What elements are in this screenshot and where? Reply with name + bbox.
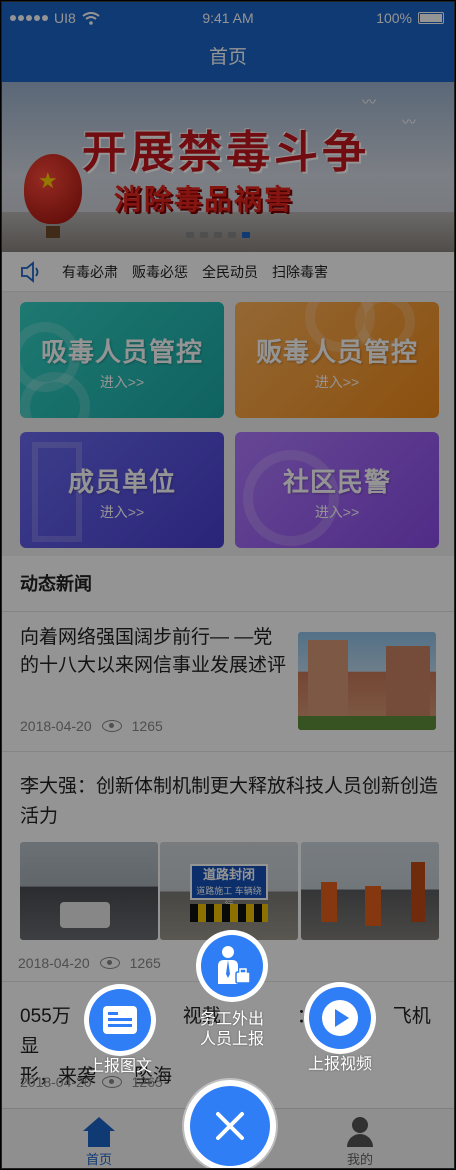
migrant-worker-label: 务工外出 人员上报 (172, 1010, 292, 1050)
report-photo-text-button[interactable] (84, 984, 156, 1056)
worker-icon (218, 946, 251, 984)
play-icon (322, 1000, 358, 1036)
report-video-button[interactable] (304, 982, 376, 1054)
close-icon (216, 1112, 244, 1140)
article-icon (103, 1006, 137, 1034)
migrant-worker-label-line: 人员上报 (199, 1031, 264, 1048)
migrant-worker-label-line: 务工外出 (199, 1011, 264, 1028)
video-label: 上报视频 (307, 1056, 372, 1073)
report-migrant-worker-button[interactable] (196, 930, 268, 1002)
app-screen: UI8 9:41 AM 100% 首页 ★ 〰 〰 开展禁毒斗争 消除毒品祸害 … (1, 1, 455, 1169)
close-menu-button[interactable] (184, 1080, 276, 1168)
photo-text-label: 上报图文 (87, 1058, 152, 1075)
